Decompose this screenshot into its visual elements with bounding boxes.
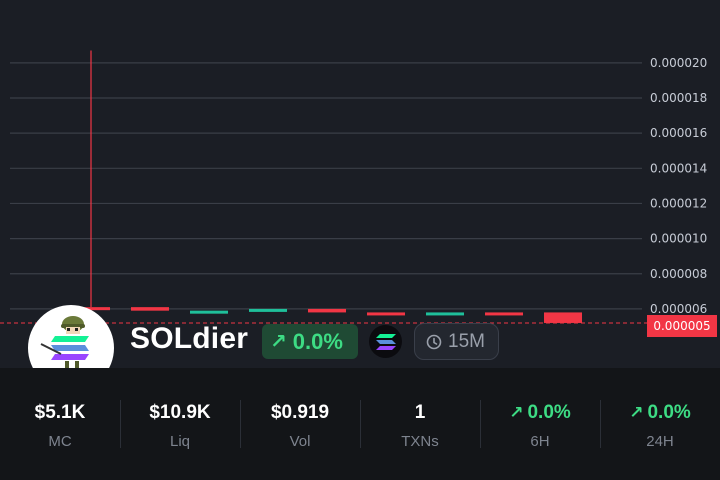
arrow-up-right-icon: ↗ xyxy=(629,402,644,422)
arrow-up-right-icon: ↗ xyxy=(509,402,524,422)
stat-volume: $0.919 Vol xyxy=(240,368,360,480)
token-name: SOLdier xyxy=(130,322,249,355)
stat-value: $0.919 xyxy=(270,401,330,423)
stat-label: TXNs xyxy=(401,432,439,450)
price-change-badge: ↗ 0.0% xyxy=(262,324,358,359)
y-tick-label: 0.000010 xyxy=(650,232,707,246)
y-tick-label: 0.000020 xyxy=(650,56,707,70)
stat-market-cap: $5.1K MC xyxy=(0,368,120,480)
price-change-value: 0.0% xyxy=(292,328,343,354)
stat-label: 6H xyxy=(530,432,550,450)
y-tick-label: 0.000016 xyxy=(650,126,707,140)
interval-selector[interactable]: 15M xyxy=(414,323,499,360)
stat-change-value: 0.0% xyxy=(647,401,691,423)
stat-label: MC xyxy=(48,432,72,450)
stat-24h-change[interactable]: ↗ 0.0% 24H xyxy=(600,368,720,480)
stat-6h-change[interactable]: ↗ 0.0% 6H xyxy=(480,368,600,480)
stat-value: ↗ 0.0% xyxy=(629,401,691,425)
stat-transactions: 1 TXNs xyxy=(360,368,480,480)
stat-label: Vol xyxy=(289,432,311,450)
stat-value: $5.1K xyxy=(34,401,86,423)
stat-label: Liq xyxy=(169,432,191,450)
stat-label: 24H xyxy=(646,432,674,450)
clock-icon xyxy=(426,334,442,349)
y-tick-label: 0.000014 xyxy=(650,161,707,175)
interval-label: 15M xyxy=(448,330,485,352)
stat-change-value: 0.0% xyxy=(527,401,571,423)
stat-value: 1 xyxy=(414,401,426,423)
stat-value: $10.9K xyxy=(149,401,211,423)
stats-bar: $5.1K MC $10.9K Liq $0.919 Vol 1 TXNs ↗ … xyxy=(0,368,720,480)
y-tick-label: 0.000018 xyxy=(650,91,707,105)
y-tick-label: 0.000008 xyxy=(650,267,707,281)
stat-value: ↗ 0.0% xyxy=(509,401,571,425)
stat-liquidity: $10.9K Liq xyxy=(120,368,240,480)
y-tick-label: 0.000012 xyxy=(650,196,707,210)
solana-icon[interactable] xyxy=(369,325,402,358)
arrow-up-right-icon: ↗ xyxy=(270,331,287,353)
